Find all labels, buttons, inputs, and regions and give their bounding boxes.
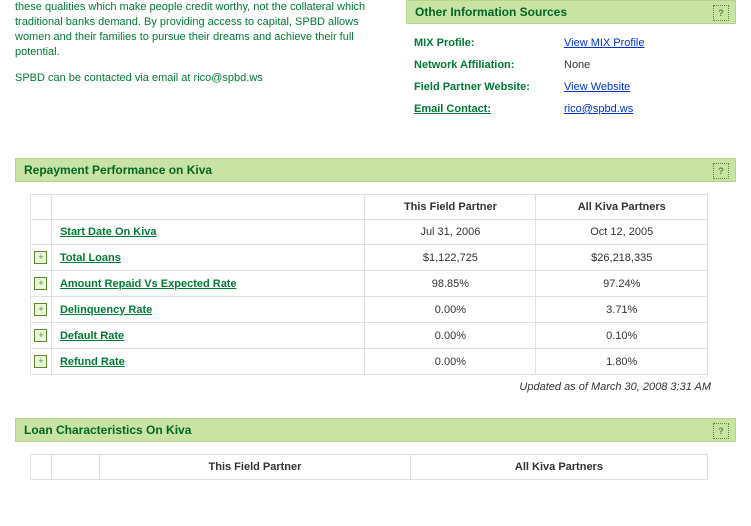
other-info-header: Other Information Sources ?: [406, 0, 736, 24]
all-partners-value: 3.71%: [536, 297, 708, 323]
partner-value: 0.00%: [365, 323, 536, 349]
expand-icon[interactable]: +: [34, 355, 47, 368]
expand-cell: +: [31, 271, 52, 297]
metric-label[interactable]: Start Date On Kiva: [51, 220, 364, 245]
table-header-partner: This Field Partner: [365, 195, 536, 220]
loan-characteristics-header: Loan Characteristics On Kiva ?: [15, 418, 736, 442]
table-row: Start Date On KivaJul 31, 2006Oct 12, 20…: [31, 220, 708, 245]
expand-cell: +: [31, 297, 52, 323]
expand-icon[interactable]: +: [34, 251, 47, 264]
network-affiliation-label: Network Affiliation:: [414, 59, 564, 71]
other-info-title: Other Information Sources: [415, 5, 567, 19]
all-partners-value: $26,218,335: [536, 245, 708, 271]
partner-value: Jul 31, 2006: [365, 220, 536, 245]
all-partners-value: Oct 12, 2005: [536, 220, 708, 245]
table-header-all: All Kiva Partners: [536, 195, 708, 220]
help-icon[interactable]: ?: [713, 163, 729, 179]
network-affiliation-value: None: [564, 59, 590, 71]
email-contact-label[interactable]: Email Contact:: [414, 103, 564, 115]
table-row: + Default Rate0.00%0.10%: [31, 323, 708, 349]
intro-paragraph-2: SPBD can be contacted via email at rico@…: [15, 71, 376, 86]
expand-cell: +: [31, 323, 52, 349]
mix-profile-label: MIX Profile:: [414, 37, 564, 49]
partner-website-label: Field Partner Website:: [414, 81, 564, 93]
intro-paragraph-1: these qualities which make people credit…: [15, 0, 376, 59]
partner-website-link[interactable]: View Website: [564, 81, 630, 93]
expand-icon[interactable]: +: [34, 303, 47, 316]
table-row: + Delinquency Rate0.00%3.71%: [31, 297, 708, 323]
repayment-table: This Field Partner All Kiva Partners Sta…: [30, 194, 708, 375]
metric-label[interactable]: Delinquency Rate: [51, 297, 364, 323]
all-partners-value: 1.80%: [536, 349, 708, 375]
metric-label[interactable]: Total Loans: [51, 245, 364, 271]
metric-label[interactable]: Refund Rate: [51, 349, 364, 375]
expand-cell: +: [31, 245, 52, 271]
repayment-header: Repayment Performance on Kiva ?: [15, 158, 736, 182]
help-icon[interactable]: ?: [713, 5, 729, 21]
partner-value: 0.00%: [365, 349, 536, 375]
all-partners-value: 97.24%: [536, 271, 708, 297]
metric-label[interactable]: Amount Repaid Vs Expected Rate: [51, 271, 364, 297]
expand-cell: +: [31, 349, 52, 375]
table-header-partner: This Field Partner: [100, 455, 411, 480]
repayment-title: Repayment Performance on Kiva: [24, 163, 212, 177]
metric-label[interactable]: Default Rate: [51, 323, 364, 349]
table-header-metric: [51, 195, 364, 220]
partner-value: 0.00%: [365, 297, 536, 323]
table-row: + Total Loans$1,122,725$26,218,335: [31, 245, 708, 271]
table-header-expand: [31, 195, 52, 220]
all-partners-value: 0.10%: [536, 323, 708, 349]
help-icon[interactable]: ?: [713, 423, 729, 439]
updated-timestamp: Updated as of March 30, 2008 3:31 AM: [0, 381, 711, 393]
expand-icon[interactable]: +: [34, 329, 47, 342]
table-row: + Amount Repaid Vs Expected Rate98.85%97.…: [31, 271, 708, 297]
email-contact-link[interactable]: rico@spbd.ws: [564, 103, 633, 115]
loan-characteristics-title: Loan Characteristics On Kiva: [24, 423, 191, 437]
partner-value: 98.85%: [365, 271, 536, 297]
expand-icon[interactable]: +: [34, 277, 47, 290]
table-header-all: All Kiva Partners: [410, 455, 707, 480]
expand-cell: [31, 220, 52, 245]
loan-characteristics-table: This Field Partner All Kiva Partners: [30, 454, 708, 480]
table-row: + Refund Rate0.00%1.80%: [31, 349, 708, 375]
partner-value: $1,122,725: [365, 245, 536, 271]
table-header-metric: [52, 455, 100, 480]
table-header-expand: [31, 455, 52, 480]
mix-profile-link[interactable]: View MIX Profile: [564, 37, 645, 49]
